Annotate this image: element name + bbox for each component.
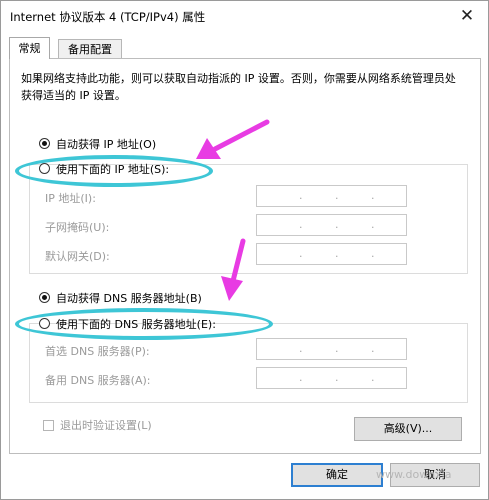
annotation-arrows <box>196 119 270 301</box>
arrow-icon-dns <box>221 238 246 301</box>
dialog-window: Internet 协议版本 4 (TCP/IPv4) 属性 ✕ 常规 备用配置 … <box>0 0 489 500</box>
arrow-icon-ip <box>196 119 270 159</box>
tab-general[interactable]: 常规 <box>9 37 50 59</box>
